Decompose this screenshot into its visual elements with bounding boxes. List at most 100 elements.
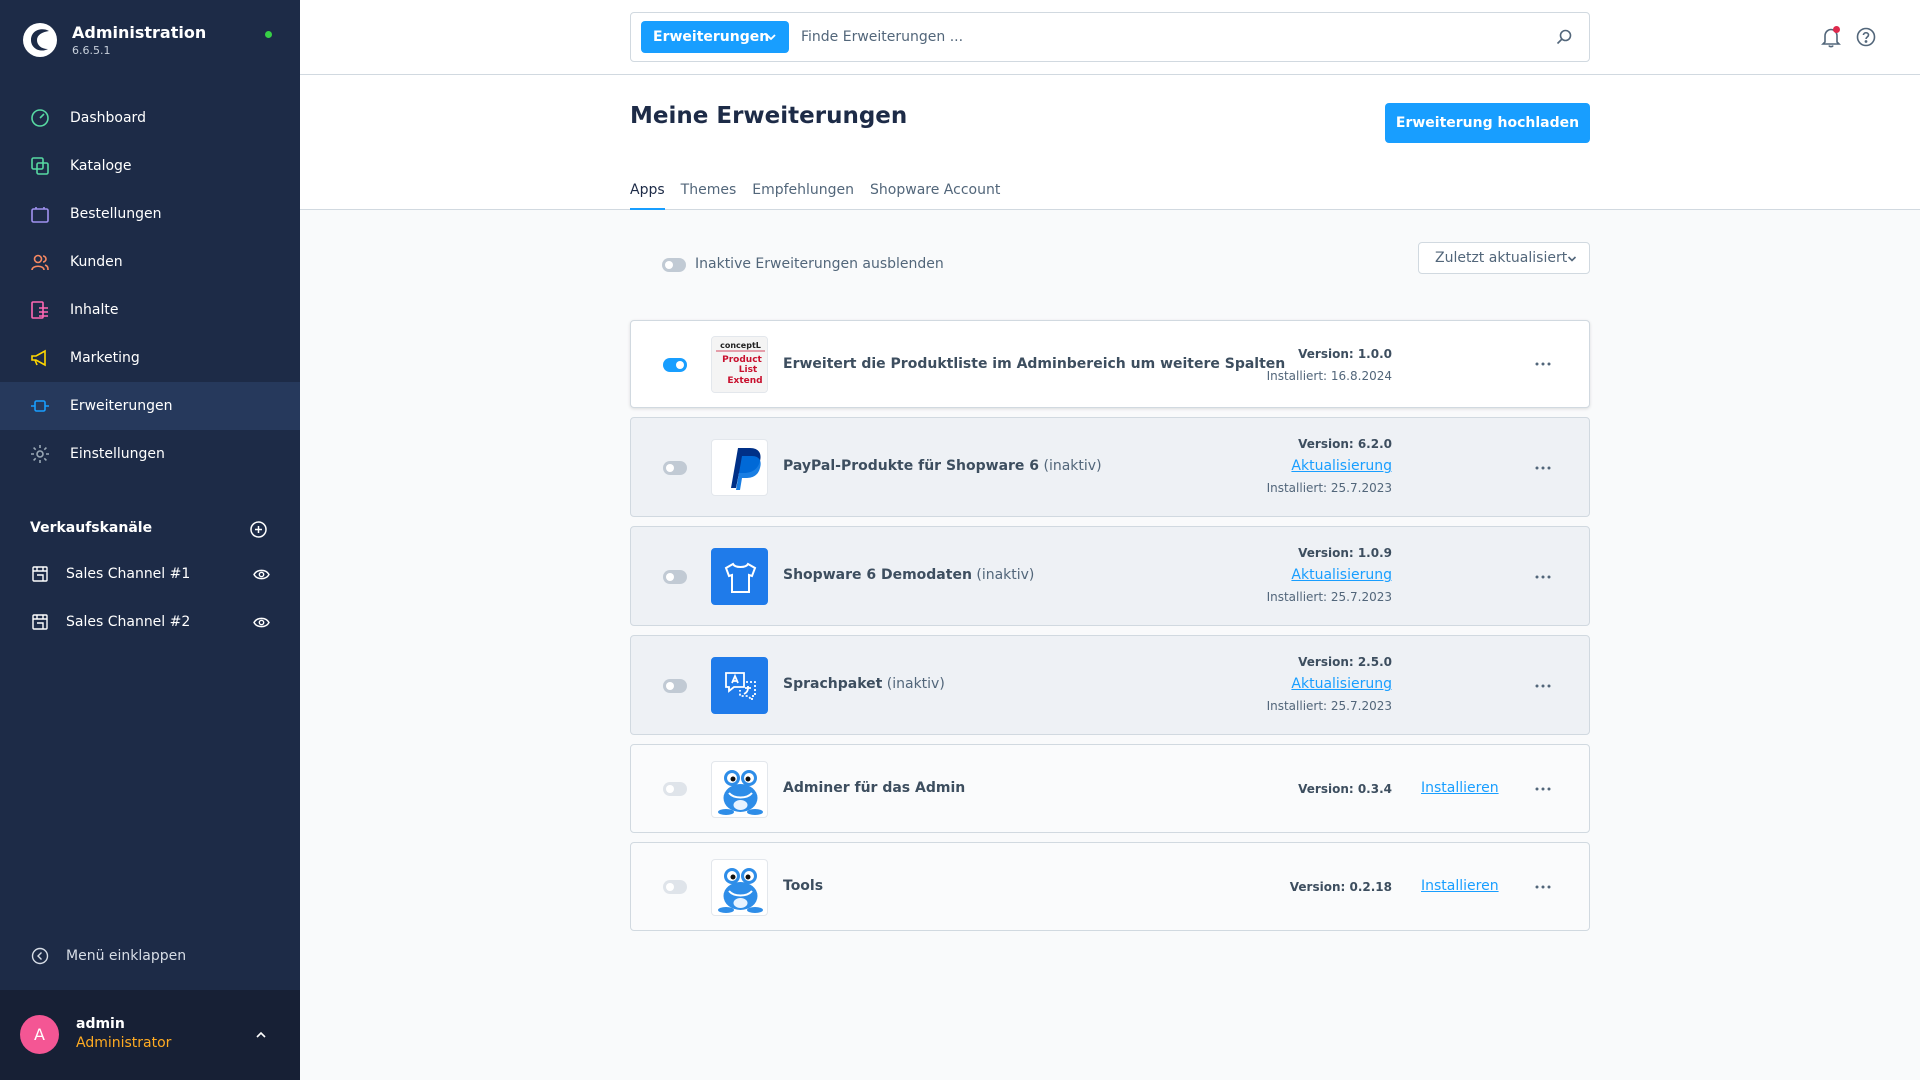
extension-installed-date: Installiert: 25.7.2023 [1266,590,1392,604]
extension-name: Sprachpaket (inaktiv) [783,676,945,692]
tab-shopware-account[interactable]: Shopware Account [870,182,1000,210]
nav-label-inhalte: Inhalte [70,302,119,318]
nav-label-einstellungen: Einstellungen [70,446,165,462]
main-nav: Dashboard Kataloge Bestellungen Kunden I… [0,94,300,478]
extension-active-toggle[interactable] [663,358,687,372]
extension-installed-date: Installiert: 25.7.2023 [1266,699,1392,713]
search-bar: Erweiterungen [630,12,1590,62]
extension-version: Version: 1.0.9 [1298,546,1392,560]
upload-extension-button[interactable]: Erweiterung hochladen [1385,103,1590,143]
nav-item-einstellungen[interactable]: Einstellungen [0,430,300,478]
nav-label-bestellungen: Bestellungen [70,206,162,222]
page-header: Meine Erweiterungen Erweiterung hochlade… [300,75,1920,210]
extension-name: Erweitert die Produktliste im Adminberei… [783,356,1285,372]
customers-icon [30,252,50,272]
install-link[interactable]: Installieren [1421,878,1499,894]
storefront-icon [30,564,50,584]
page-title: Meine Erweiterungen [630,103,908,129]
marketing-icon [30,348,50,368]
hide-inactive-toggle[interactable] [662,258,686,272]
chevron-up-icon[interactable] [254,1028,268,1042]
extension-active-toggle[interactable] [663,570,687,584]
orders-icon [30,204,50,224]
extension-meta: Version: 6.2.0 Aktualisierung Installier… [1267,433,1392,499]
sales-channel-label: Sales Channel #1 [66,566,191,582]
avatar: A [20,1015,59,1054]
extension-version: Version: 0.2.18 [1289,880,1392,894]
chevron-down-icon [766,34,776,41]
notification-badge [1833,26,1840,33]
user-menu[interactable]: A admin Administrator [0,990,300,1080]
eye-icon[interactable] [253,614,270,631]
extension-title: Tools [783,878,824,894]
extension-active-toggle[interactable] [663,461,687,475]
nav-item-kataloge[interactable]: Kataloge [0,142,300,190]
update-link[interactable]: Aktualisierung [1291,676,1392,692]
extension-card: Adminer für das Admin Version: 0.3.4 Ins… [630,744,1590,833]
chevron-left-circle-icon [30,946,50,966]
install-link[interactable]: Installieren [1421,780,1499,796]
nav-item-kunden[interactable]: Kunden [0,238,300,286]
update-link[interactable]: Aktualisierung [1291,458,1392,474]
extension-name: Shopware 6 Demodaten (inaktiv) [783,567,1034,583]
more-options-icon[interactable] [1533,359,1553,369]
extension-card: Sprachpaket (inaktiv) Version: 2.5.0 Akt… [630,635,1590,735]
extension-active-toggle [663,782,687,796]
content-icon [30,300,50,320]
help-icon[interactable] [1856,27,1876,47]
eye-icon[interactable] [253,566,270,583]
extension-title: Adminer für das Admin [783,780,966,796]
sales-channel-item[interactable]: Sales Channel #2 [0,598,300,646]
nav-label-dashboard: Dashboard [70,110,146,126]
extension-version: Version: 6.2.0 [1298,437,1392,451]
tshirt-icon [711,548,768,605]
search-icon[interactable] [1555,28,1573,46]
shopware-logo-icon [23,23,57,57]
dashboard-icon [30,108,50,128]
extension-active-toggle [663,880,687,894]
more-options-icon[interactable] [1533,784,1553,794]
extension-status-suffix: (inaktiv) [971,567,1035,583]
extension-version: Version: 0.3.4 [1298,782,1392,796]
catalog-icon [30,156,50,176]
tab-apps[interactable]: Apps [630,182,665,210]
collapse-menu-button[interactable]: Menü einklappen [30,946,186,966]
sales-channel-item[interactable]: Sales Channel #1 [0,550,300,598]
sales-channel-list: Sales Channel #1 Sales Channel #2 [0,550,300,646]
more-options-icon[interactable] [1533,572,1553,582]
frog-icon [711,761,768,818]
extension-title: Shopware 6 Demodaten [783,567,972,583]
tab-empfehlungen[interactable]: Empfehlungen [752,182,854,210]
extension-version: Version: 1.0.0 [1298,347,1392,361]
more-options-icon[interactable] [1533,463,1553,473]
online-status-indicator [265,31,272,38]
search-input[interactable] [801,23,1531,51]
sort-select-value: Zuletzt aktualisiert [1435,250,1568,266]
language-icon [711,657,768,714]
nav-item-dashboard[interactable]: Dashboard [0,94,300,142]
settings-icon [30,444,50,464]
sort-select[interactable]: Zuletzt aktualisiert [1418,242,1590,274]
tab-themes[interactable]: Themes [681,182,737,210]
extension-active-toggle[interactable] [663,679,687,693]
extension-status-suffix: (inaktiv) [882,676,945,692]
more-options-icon[interactable] [1533,681,1553,691]
update-link[interactable]: Aktualisierung [1291,567,1392,583]
icon-text: List [739,365,758,375]
nav-item-bestellungen[interactable]: Bestellungen [0,190,300,238]
chevron-down-icon [1567,256,1577,262]
nav-label-marketing: Marketing [70,350,140,366]
brand[interactable]: Administration 6.6.5.1 [22,22,206,58]
icon-text: Extend [727,376,762,386]
add-sales-channel-icon[interactable] [250,521,267,538]
more-options-icon[interactable] [1533,882,1553,892]
nav-item-marketing[interactable]: Marketing [0,334,300,382]
paypal-icon [711,439,768,496]
nav-item-erweiterungen[interactable]: Erweiterungen [0,382,300,430]
extension-version: Version: 2.5.0 [1298,655,1392,669]
sales-channel-label: Sales Channel #2 [66,614,191,630]
extension-title: Erweitert die Produktliste im Adminberei… [783,356,1286,372]
search-type-dropdown[interactable]: Erweiterungen [641,21,789,53]
nav-label-kunden: Kunden [70,254,123,270]
nav-item-inhalte[interactable]: Inhalte [0,286,300,334]
